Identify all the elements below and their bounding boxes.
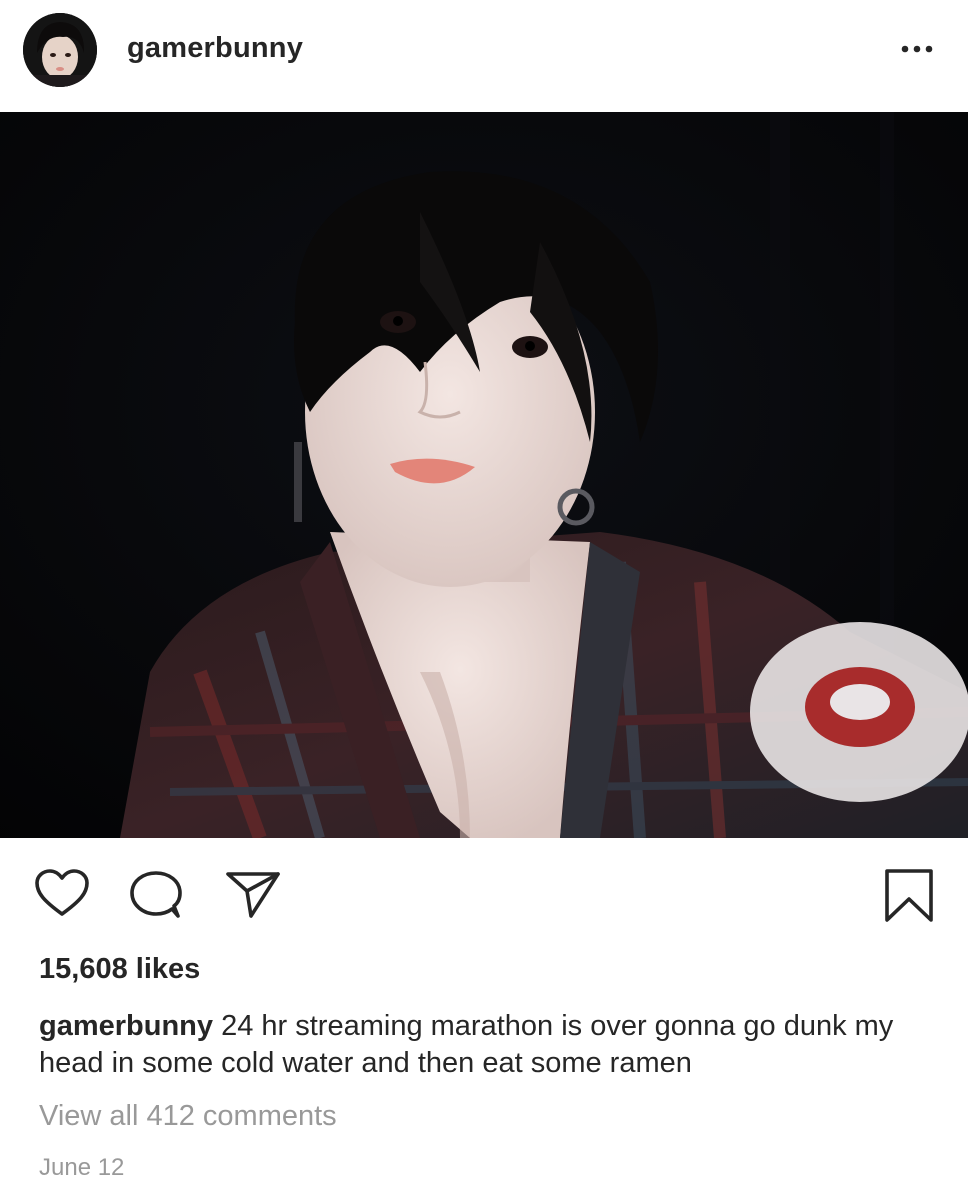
share-button[interactable] xyxy=(225,869,281,921)
post-username[interactable]: gamerbunny xyxy=(127,32,303,65)
comment-button[interactable] xyxy=(128,869,184,921)
action-bar xyxy=(0,838,968,950)
post-date: June 12 xyxy=(39,1154,125,1181)
bookmark-icon xyxy=(885,869,933,922)
more-horizontal-icon xyxy=(901,45,933,53)
post-caption: gamerbunny 24 hr streaming marathon is o… xyxy=(39,1008,949,1082)
avatar[interactable] xyxy=(23,13,97,87)
likes-count[interactable]: 15,608 likes xyxy=(39,953,200,986)
more-options-button[interactable] xyxy=(892,34,942,64)
like-button[interactable] xyxy=(34,868,90,920)
save-button[interactable] xyxy=(882,868,936,924)
paper-plane-icon xyxy=(226,872,280,918)
avatar-image xyxy=(23,13,97,87)
view-all-comments-link[interactable]: View all 412 comments xyxy=(39,1100,337,1133)
heart-icon xyxy=(35,869,89,916)
comment-bubble-icon xyxy=(130,871,182,918)
post-header: gamerbunny xyxy=(0,0,968,112)
portrait-image xyxy=(0,112,968,838)
post-photo[interactable] xyxy=(0,112,968,838)
caption-username[interactable]: gamerbunny xyxy=(39,1010,213,1042)
